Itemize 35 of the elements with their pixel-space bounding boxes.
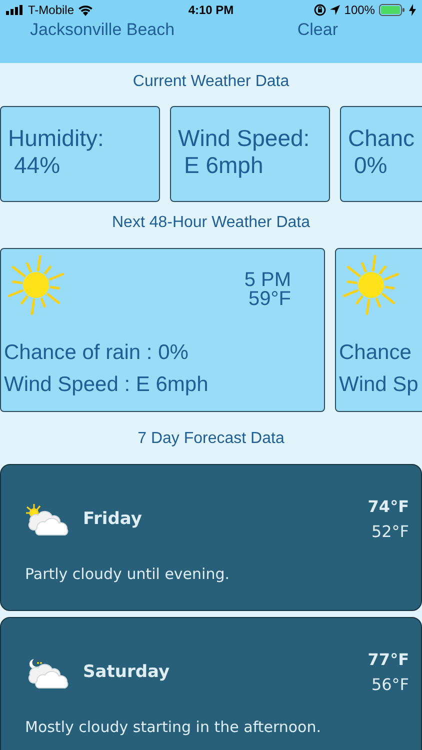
high-temperature: 77°F bbox=[368, 650, 409, 669]
low-temperature: 56°F bbox=[371, 675, 409, 694]
hour-temperature: 59°F bbox=[248, 290, 291, 309]
battery-percent: 100% bbox=[344, 3, 375, 17]
sun-cloud-icon bbox=[25, 502, 71, 536]
rotation-lock-icon bbox=[314, 4, 326, 16]
low-temperature: 52°F bbox=[371, 522, 409, 541]
charging-bolt-icon bbox=[408, 4, 416, 16]
day-name: Saturday bbox=[83, 662, 171, 682]
carrier-name: T-Mobile bbox=[28, 3, 74, 17]
stat-value: E 6mph bbox=[183, 152, 264, 179]
day-summary: Mostly cloudy starting in the afternoon. bbox=[25, 718, 322, 736]
stat-value: 44% bbox=[13, 152, 62, 179]
rain-chance: Chance bbox=[339, 341, 412, 365]
stat-label: Humidity: bbox=[8, 125, 105, 152]
section-title: Next 48-Hour Weather Data bbox=[110, 214, 311, 233]
day-summary: Partly cloudy until evening. bbox=[25, 565, 230, 583]
stat-label: Wind Speed: bbox=[178, 125, 311, 152]
wind-speed: Wind Sp bbox=[339, 373, 420, 397]
hour-time: 5 PM bbox=[244, 271, 291, 290]
rain-chance: Chance of rain : 0% bbox=[4, 341, 190, 365]
day-name: Friday bbox=[83, 509, 143, 529]
status-time: 4:10 PM bbox=[188, 3, 234, 17]
stat-label: Chanc bbox=[348, 125, 416, 152]
signal-icon bbox=[6, 5, 24, 15]
section-title: Current Weather Data bbox=[132, 73, 290, 92]
current-condition: Clear bbox=[297, 20, 338, 40]
wind-speed: Wind Speed : E 6mph bbox=[4, 373, 210, 397]
battery-icon bbox=[378, 4, 405, 16]
location-arrow-icon bbox=[330, 5, 340, 15]
section-title: 7 Day Forecast Data bbox=[136, 430, 286, 449]
stat-value: 0% bbox=[353, 152, 388, 179]
wifi-icon bbox=[78, 4, 94, 16]
high-temperature: 74°F bbox=[368, 497, 409, 516]
location-name: Jacksonville Beach bbox=[30, 20, 175, 40]
